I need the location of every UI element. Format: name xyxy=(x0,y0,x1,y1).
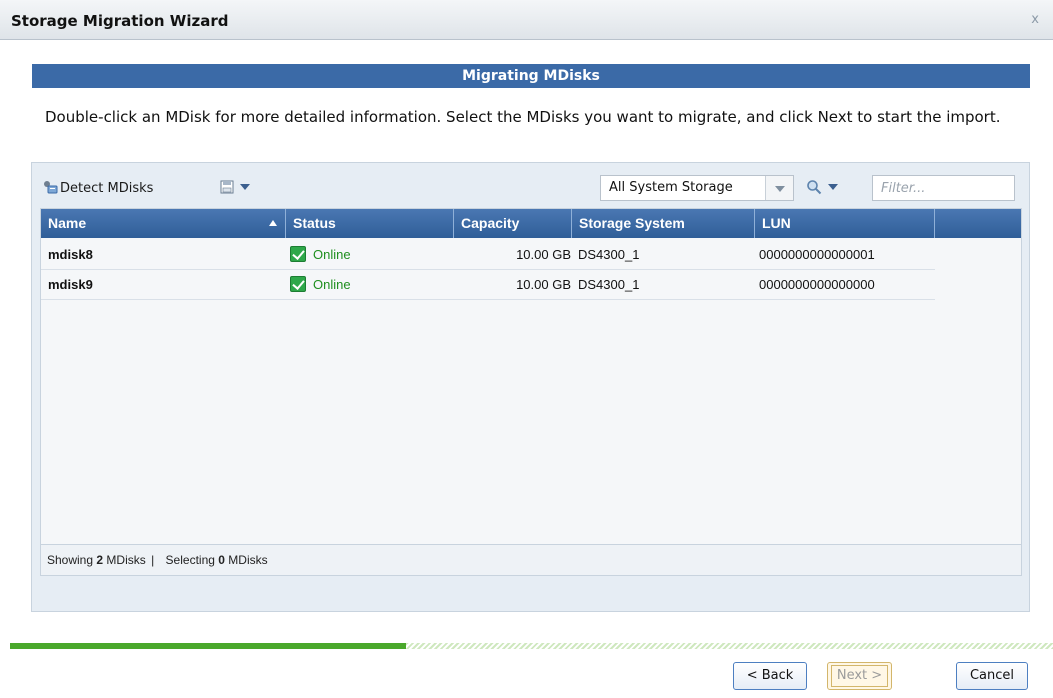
window-title: Storage Migration Wizard xyxy=(11,12,229,30)
wizard-progress-bar xyxy=(10,643,1053,649)
toolbar: Detect MDisks All System Storage xyxy=(40,172,1022,206)
mdisk-name: mdisk9 xyxy=(48,277,93,292)
column-header-status[interactable]: Status xyxy=(286,209,454,238)
selecting-count: 0 xyxy=(218,553,225,567)
search-menu-button[interactable] xyxy=(806,178,856,200)
capacity-cell: 10.00 GB xyxy=(516,247,571,262)
column-header-storage-system[interactable]: Storage System xyxy=(572,209,755,238)
chevron-down-icon xyxy=(240,184,250,190)
save-menu-button[interactable] xyxy=(220,178,262,200)
mdisk-name: mdisk8 xyxy=(48,247,93,262)
storage-system-cell: DS4300_1 xyxy=(578,277,640,292)
search-icon xyxy=(807,180,822,195)
status-cell: Online xyxy=(290,270,351,299)
detect-mdisks-button[interactable]: Detect MDisks xyxy=(42,178,153,200)
column-header-name[interactable]: Name xyxy=(41,209,286,238)
filter-input[interactable] xyxy=(872,175,1015,201)
wizard-progress-fill xyxy=(10,643,407,649)
status-cell: Online xyxy=(290,240,351,269)
row-divider xyxy=(41,299,935,300)
lun-cell: 0000000000000001 xyxy=(759,247,875,262)
online-check-icon xyxy=(290,246,306,262)
title-bar: Storage Migration Wizard x xyxy=(0,0,1053,40)
column-header-capacity[interactable]: Capacity xyxy=(454,209,572,238)
detect-mdisks-label: Detect MDisks xyxy=(60,181,154,196)
mdisk-table: Name Status Capacity Storage System LUN … xyxy=(40,208,1022,576)
showing-count: 2 xyxy=(96,553,104,567)
cancel-button[interactable]: Cancel xyxy=(956,662,1028,690)
sort-ascending-icon xyxy=(269,220,277,226)
column-header-lun[interactable]: LUN xyxy=(755,209,935,238)
lun-cell: 0000000000000000 xyxy=(759,277,875,292)
table-header: Name Status Capacity Storage System LUN xyxy=(41,209,1021,238)
column-header-spacer xyxy=(935,209,1021,238)
capacity-cell: 10.00 GB xyxy=(516,277,571,292)
back-button[interactable]: < Back xyxy=(733,662,807,690)
online-check-icon xyxy=(290,276,306,292)
detect-mdisks-icon xyxy=(42,180,58,194)
section-header: Migrating MDisks xyxy=(32,64,1030,88)
next-button[interactable]: Next > xyxy=(827,662,892,690)
storage-filter-value: All System Storage xyxy=(609,180,733,195)
storage-filter-select[interactable]: All System Storage xyxy=(600,175,794,201)
storage-system-cell: DS4300_1 xyxy=(578,247,640,262)
instructions-text: Double-click an MDisk for more detailed … xyxy=(45,108,1001,126)
table-footer: Showing 2 MDisks | Selecting 0 MDisks xyxy=(41,544,1021,575)
close-icon[interactable]: x xyxy=(1031,12,1039,27)
status-text: Online xyxy=(313,277,351,292)
chevron-down-icon[interactable] xyxy=(765,176,793,200)
table-row[interactable]: mdisk9 Online 10.00 GB DS4300_1 00000000… xyxy=(41,270,1021,300)
status-text: Online xyxy=(313,247,351,262)
chevron-down-icon xyxy=(828,184,838,190)
save-icon xyxy=(220,180,234,194)
table-row[interactable]: mdisk8 Online 10.00 GB DS4300_1 00000000… xyxy=(41,240,1021,270)
